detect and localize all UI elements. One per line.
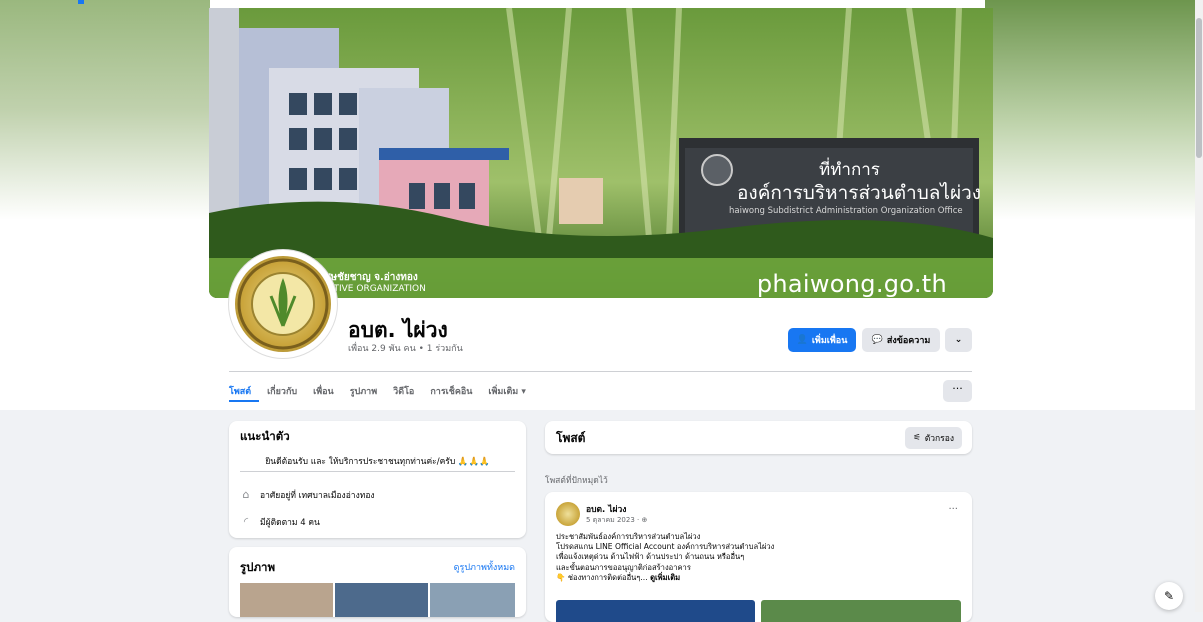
tab-photos[interactable]: รูปภาพ bbox=[342, 380, 385, 402]
tab-videos[interactable]: วิดีโอ bbox=[385, 380, 422, 402]
profile-avatar[interactable] bbox=[229, 250, 337, 358]
post-last-line: 👇 ช่องทางการติดต่ออื่นๆ... bbox=[556, 572, 651, 582]
pinned-post: อบต. ไผ่วง 5 ตุลาคม 2023 · ⊕ ··· ประชาสั… bbox=[545, 492, 972, 622]
post-timestamp[interactable]: 5 ตุลาคม 2023 · ⊕ bbox=[586, 515, 647, 526]
followers-icon: ◜ bbox=[243, 515, 249, 528]
intro-bio: ยินดีต้อนรับ และ ให้บริการประชาชนทุกท่าน… bbox=[265, 457, 490, 467]
cover-sign-english: haiwong Subdistrict Administration Organ… bbox=[729, 206, 963, 216]
pinned-posts-label: โพสต์ที่ปักหมุดไว้ bbox=[545, 476, 608, 486]
see-more-link[interactable]: ดูเพิ่มเติม bbox=[650, 573, 680, 582]
followers-text[interactable]: มีผู้ติดตาม 4 คน bbox=[260, 515, 320, 529]
post-line: 👇 ช่องทางการติดต่ออื่นๆ... ดูเพิ่มเติม bbox=[556, 573, 956, 583]
post-options-button[interactable]: ··· bbox=[948, 504, 958, 515]
cover-sign-line2: องค์การบริหารส่วนตำบลไผ่วง bbox=[737, 182, 982, 204]
corner-mark bbox=[78, 0, 84, 4]
intro-card: แนะนำตัว ยินดีต้อนรับ และ ให้บริการประชา… bbox=[229, 421, 526, 538]
post-author-name[interactable]: อบต. ไผ่วง bbox=[586, 502, 626, 516]
cover-blur-right bbox=[985, 0, 1195, 220]
post-image[interactable] bbox=[556, 600, 755, 622]
tab-checkins[interactable]: การเช็คอิน bbox=[422, 380, 480, 402]
chevron-down-icon: ⌄ bbox=[954, 335, 963, 345]
intro-followers: ◜ มีผู้ติดตาม 4 คน bbox=[240, 515, 320, 529]
post-line: โปรดสแกน LINE Official Account องค์การบร… bbox=[556, 542, 775, 552]
filter-button[interactable]: ⚟ ตัวกรอง bbox=[905, 427, 962, 449]
intro-divider bbox=[240, 471, 515, 472]
profile-tabs: โพสต์ เกี่ยวกับ เพื่อน รูปภาพ วิดีโอ การ… bbox=[229, 380, 534, 404]
photos-title: รูปภาพ bbox=[240, 560, 276, 574]
post-line: และขั้นตอนการขออนุญาติก่อสร้างอาคาร bbox=[556, 562, 691, 572]
message-button[interactable]: 💬 ส่งข้อความ bbox=[862, 328, 940, 352]
add-friend-icon: 👤 bbox=[796, 335, 808, 345]
posts-header-card: โพสต์ ⚟ ตัวกรอง bbox=[545, 421, 972, 454]
post-line: ประชาสัมพันธ์องค์การบริหารส่วนตำบลไผ่วง bbox=[556, 532, 701, 541]
filter-label: ตัวกรอง bbox=[924, 434, 954, 444]
compose-icon[interactable]: ✎ bbox=[1155, 582, 1183, 610]
tab-more[interactable]: เพิ่มเติม ▾ bbox=[480, 380, 533, 402]
photos-card: รูปภาพ ดูรูปภาพทั้งหมด bbox=[229, 547, 526, 617]
avatar-seal-image bbox=[235, 256, 331, 352]
tabs-overflow-button[interactable]: ··· bbox=[943, 380, 972, 402]
post-author-avatar[interactable] bbox=[556, 502, 580, 526]
header-divider bbox=[229, 371, 972, 372]
cover-blur-left bbox=[0, 0, 210, 220]
profile-more-button[interactable]: ⌄ bbox=[945, 328, 972, 352]
home-icon: ⌂ bbox=[242, 488, 250, 501]
scrollbar-thumb[interactable] bbox=[1196, 18, 1202, 158]
filter-icon: ⚟ bbox=[913, 433, 921, 443]
cover-photo[interactable]: ที่ทำการ องค์การบริหารส่วนตำบลไผ่วง haiw… bbox=[209, 8, 993, 298]
tab-about[interactable]: เกี่ยวกับ bbox=[259, 380, 305, 402]
intro-title: แนะนำตัว bbox=[240, 429, 290, 443]
intro-lives-in: ⌂ อาศัยอยู่ที่ เทศบาลเมืองอ่างทอง bbox=[240, 488, 375, 502]
post-image[interactable] bbox=[761, 600, 961, 622]
page-scrollbar[interactable] bbox=[1195, 0, 1203, 612]
tab-posts[interactable]: โพสต์ bbox=[229, 380, 260, 402]
message-label: ส่งข้อความ bbox=[886, 336, 931, 346]
post-line: เพื่อแจ้งเหตุด่วน ด้านไฟฟ้า ด้านประปา ด้… bbox=[556, 552, 745, 562]
tab-friends[interactable]: เพื่อน bbox=[305, 380, 342, 402]
add-friend-button[interactable]: 👤 เพิ่มเพื่อน bbox=[788, 328, 856, 352]
see-all-photos-link[interactable]: ดูรูปภาพทั้งหมด bbox=[454, 560, 515, 574]
posts-title: โพสต์ bbox=[556, 431, 586, 445]
friends-count[interactable]: เพื่อน 2.9 พัน คน • 1 ร่วมกัน bbox=[348, 341, 463, 355]
messenger-icon: 💬 bbox=[871, 335, 883, 345]
cover-banner-url: phaiwong.go.th bbox=[756, 270, 947, 298]
post-body: ประชาสัมพันธ์องค์การบริหารส่วนตำบลไผ่วง … bbox=[556, 532, 956, 583]
lives-in-text[interactable]: อาศัยอยู่ที่ เทศบาลเมืองอ่างทอง bbox=[260, 488, 375, 502]
add-friend-label: เพิ่มเพื่อน bbox=[811, 336, 848, 346]
